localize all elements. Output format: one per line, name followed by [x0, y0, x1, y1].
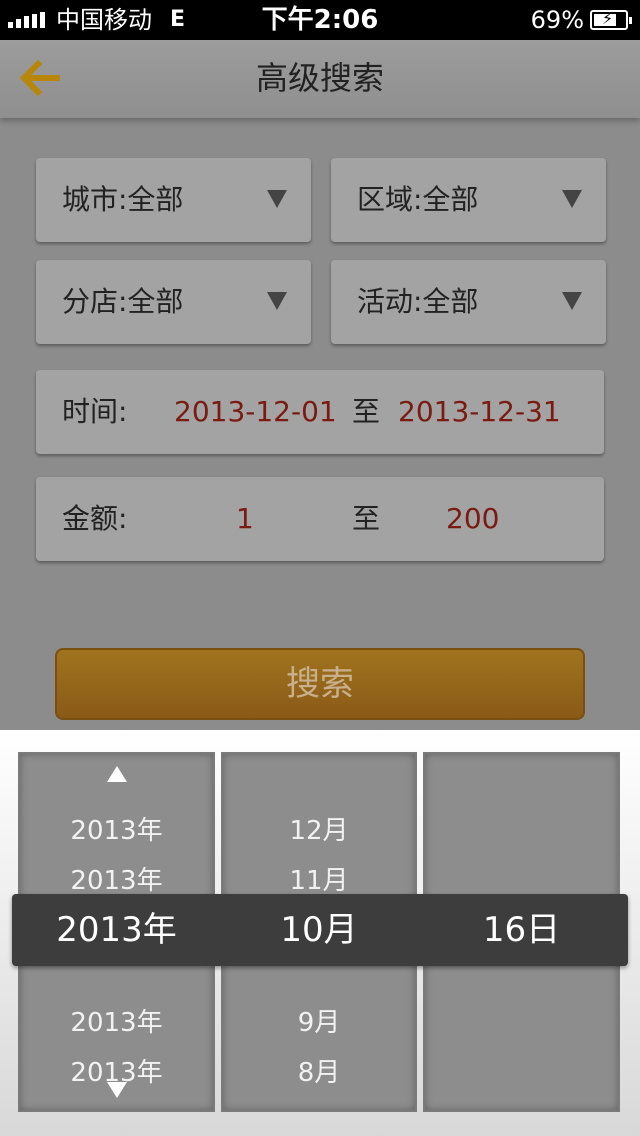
selected-day[interactable]: 16日 — [423, 894, 620, 966]
activity-select-label: 活动:全部 — [357, 285, 479, 318]
time-separator: 至 — [352, 395, 381, 428]
activity-select[interactable]: 活动:全部 — [331, 260, 606, 344]
branch-select[interactable]: 分店:全部 — [36, 260, 311, 344]
picker-selection-band: 2013年 10月 16日 — [12, 894, 628, 966]
battery-icon: ⚡ — [590, 9, 632, 30]
time-label: 时间: — [62, 395, 128, 428]
page-title: 高级搜索 — [255, 59, 384, 97]
status-bar: 中国移动 E 下午2:06 69% ⚡ — [0, 0, 640, 40]
city-select-label: 城市:全部 — [62, 183, 184, 216]
amount-label: 金额: — [62, 502, 128, 535]
nav-bar: 高级搜索 — [0, 40, 640, 118]
month-option[interactable]: 12月 — [223, 814, 415, 848]
time-start-field[interactable]: 2013-12-01 — [174, 370, 337, 454]
time-range-row: 时间: 2013-12-01 至 2013-12-31 — [36, 370, 604, 454]
dropdown-arrow-icon — [267, 292, 287, 310]
amount-range-row: 金额: 1 至 200 — [36, 477, 604, 561]
scroll-up-icon[interactable] — [106, 766, 127, 782]
dropdown-arrow-icon — [562, 292, 582, 310]
branch-select-label: 分店:全部 — [62, 285, 184, 318]
year-option[interactable]: 2013年 — [20, 1006, 213, 1040]
area-select[interactable]: 区域:全部 — [331, 158, 606, 242]
scroll-down-icon[interactable] — [106, 1082, 127, 1098]
year-option[interactable]: 2013年 — [20, 864, 213, 898]
amount-separator: 至 — [352, 502, 381, 535]
month-option[interactable]: 8月 — [223, 1056, 415, 1090]
month-option[interactable]: 9月 — [223, 1006, 415, 1040]
dropdown-arrow-icon — [562, 190, 582, 208]
search-button[interactable]: 搜索 — [55, 648, 585, 720]
time-end-field[interactable]: 2013-12-31 — [398, 370, 561, 454]
selected-year[interactable]: 2013年 — [18, 894, 215, 966]
area-select-label: 区域:全部 — [357, 183, 479, 216]
selected-month[interactable]: 10月 — [221, 894, 417, 966]
battery-percent: 69% — [530, 6, 584, 34]
city-select[interactable]: 城市:全部 — [36, 158, 311, 242]
dropdown-arrow-icon — [267, 190, 287, 208]
amount-max-field[interactable]: 200 — [446, 477, 499, 561]
year-option[interactable]: 2013年 — [20, 814, 213, 848]
month-option[interactable]: 11月 — [223, 864, 415, 898]
amount-min-field[interactable]: 1 — [236, 477, 254, 561]
